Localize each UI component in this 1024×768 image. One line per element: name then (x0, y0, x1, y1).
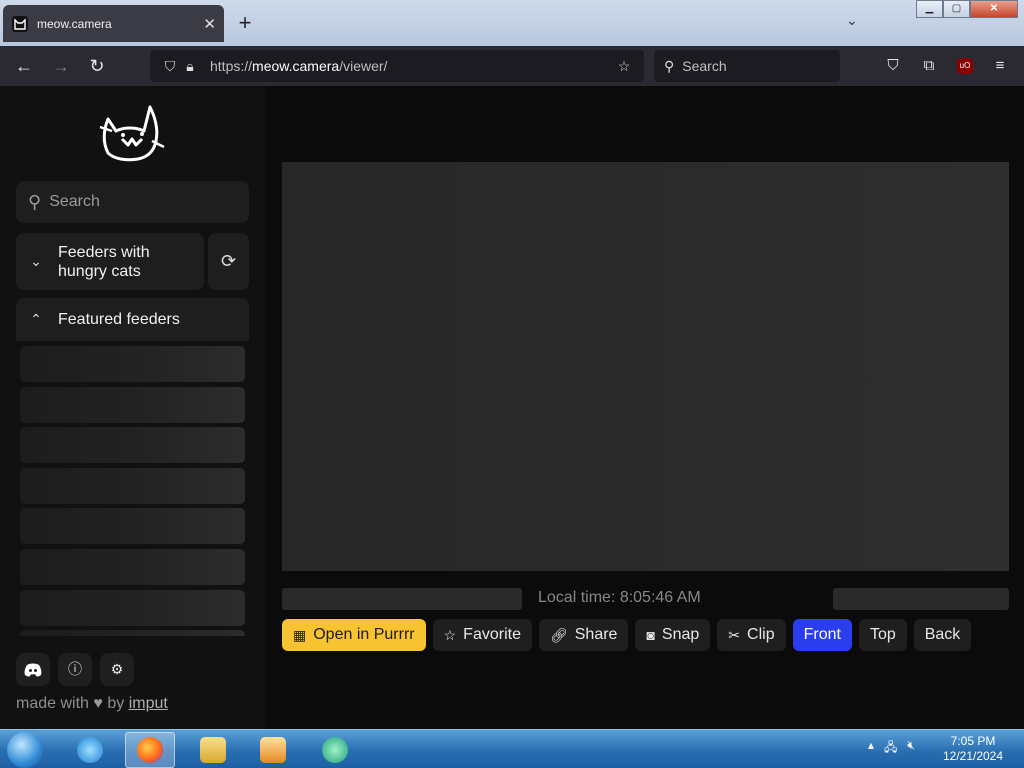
minimize-button[interactable]: ▁ (916, 0, 943, 18)
file-explorer-icon[interactable] (188, 732, 238, 768)
refresh-button[interactable]: ⟳ (208, 233, 249, 290)
author-link[interactable]: imput (129, 695, 168, 712)
camera-video-player[interactable] (282, 162, 1009, 571)
internet-explorer-icon[interactable] (65, 732, 115, 768)
browser-navbar: ← → ↻ ⛉ 🔒︎ https://meow.camera/viewer/ ☆… (0, 46, 1024, 86)
qr-code-icon: ▦ (293, 626, 307, 643)
section-label: Feeders with hungry cats (58, 243, 150, 280)
chevron-down-icon: ⌄ (30, 253, 42, 269)
sidebar: ⚲ ⌄ Feeders with hungry cats ⟳ ⌃ Feature… (0, 86, 265, 729)
clock-date: 12/21/2024 (942, 749, 1004, 763)
list-tabs-chevron-icon[interactable]: ⌄ (846, 12, 858, 29)
browser-titlebar: meow.camera ✕ + ⌄ ▁ ▢ ✕ (0, 0, 1024, 46)
feeder-status-placeholder (833, 588, 1009, 610)
section-label: Featured feeders (58, 311, 180, 328)
show-hidden-icons-icon[interactable]: ▴ (868, 738, 874, 759)
pocket-icon[interactable]: ⛉ (882, 55, 904, 77)
share-button[interactable]: 🔗︎ Share (538, 619, 629, 651)
viewer-action-bar: ▦ Open in Purrrr ☆ Favorite 🔗︎ Share ◙ S… (282, 619, 972, 651)
window-controls: ▁ ▢ ✕ (916, 0, 1018, 18)
local-time: Local time: 8:05:46 AM (538, 589, 701, 606)
messenger-icon[interactable] (310, 732, 360, 768)
credit-line: made with ♥ by imput (16, 695, 168, 712)
media-player-icon[interactable] (248, 732, 298, 768)
info-icon[interactable]: ⓘ (58, 653, 92, 686)
new-tab-button[interactable]: + (232, 10, 258, 36)
camera-icon: ◙ (646, 627, 655, 643)
firefox-icon[interactable] (125, 732, 175, 768)
feeder-list-item-placeholder (20, 467, 245, 504)
camera-top-button[interactable]: Top (858, 619, 907, 651)
open-in-purrrr-button[interactable]: ▦ Open in Purrrr (282, 619, 426, 651)
feeder-list-item-placeholder (20, 630, 245, 636)
feeder-list-loading (20, 346, 245, 636)
feeder-list-item-placeholder (20, 508, 245, 545)
search-icon: ⚲ (664, 57, 675, 74)
feeder-list-item-placeholder (20, 589, 245, 626)
volume-muted-icon[interactable]: 🔇︎ (907, 738, 915, 759)
refresh-icon: ⟳ (220, 251, 237, 271)
clock-time: 7:05 PM (950, 734, 996, 748)
shield-icon[interactable]: ⛉ (160, 58, 180, 75)
forward-arrow-icon[interactable]: → (48, 54, 74, 78)
feeder-search-field[interactable]: ⚲ (16, 181, 249, 223)
taskbar-clock[interactable]: 7:05 PM 12/21/2024 (938, 734, 1008, 764)
feeder-list-item-placeholder (20, 386, 245, 423)
camera-front-button[interactable]: Front (792, 619, 852, 651)
cat-favicon-icon (11, 15, 29, 33)
heart-icon: ♥ (93, 695, 103, 712)
tab-title: meow.camera (37, 16, 112, 31)
section-featured-feeders[interactable]: ⌃ Featured feeders (16, 298, 249, 341)
star-icon: ☆ (443, 626, 457, 643)
link-icon: 🔗︎ (549, 626, 568, 643)
hamburger-menu-icon[interactable]: ≡ (989, 55, 1011, 77)
browser-search-placeholder: Search (682, 58, 727, 74)
snap-button[interactable]: ◙ Snap (635, 619, 711, 651)
scissors-icon: ✂ (728, 626, 741, 643)
chevron-up-icon: ⌃ (30, 311, 42, 327)
clip-button[interactable]: ✂ Clip (717, 619, 786, 651)
sidebar-footer: ⓘ ⚙ (16, 653, 134, 686)
windows-start-button[interactable] (7, 732, 43, 768)
extensions-icon[interactable]: ⧉ (918, 55, 940, 77)
search-icon: ⚲ (28, 191, 42, 212)
favorite-button[interactable]: ☆ Favorite (432, 619, 532, 651)
lock-icon[interactable]: 🔒︎ (180, 58, 200, 75)
section-hungry-cats[interactable]: ⌄ Feeders with hungry cats (16, 233, 204, 290)
system-tray: ▴ 🖧︎ 🔇︎ (868, 738, 915, 759)
discord-icon[interactable] (16, 653, 50, 686)
feeder-list-item-placeholder (20, 427, 245, 464)
feeder-name-placeholder (282, 588, 522, 610)
feeder-list-item-placeholder (20, 548, 245, 585)
ublock-origin-icon[interactable]: uO (957, 58, 973, 74)
windows-taskbar: ▴ 🖧︎ 🔇︎ 7:05 PM 12/21/2024 (0, 729, 1024, 768)
settings-gear-icon[interactable]: ⚙ (100, 653, 134, 686)
browser-tab[interactable]: meow.camera ✕ (3, 5, 224, 42)
reload-icon[interactable]: ↻ (84, 54, 110, 78)
url-text: https://meow.camera/viewer/ (210, 58, 388, 74)
maximize-button[interactable]: ▢ (943, 0, 970, 18)
bookmark-star-icon[interactable]: ☆ (614, 58, 634, 75)
page-content: ⚲ ⌄ Feeders with hungry cats ⟳ ⌃ Feature… (0, 86, 1024, 729)
camera-back-button[interactable]: Back (913, 619, 972, 651)
feeder-list-item-placeholder (20, 346, 245, 382)
network-icon[interactable]: 🖧︎ (884, 738, 897, 759)
close-tab-icon[interactable]: ✕ (203, 15, 216, 33)
feeder-search-input[interactable] (49, 193, 230, 211)
close-window-button[interactable]: ✕ (970, 0, 1018, 18)
back-arrow-icon[interactable]: ← (11, 54, 37, 78)
browser-search-field[interactable]: ⚲ Search (654, 50, 840, 82)
meow-camera-logo[interactable] (98, 101, 168, 167)
address-bar[interactable]: ⛉ 🔒︎ https://meow.camera/viewer/ ☆ (150, 50, 644, 82)
